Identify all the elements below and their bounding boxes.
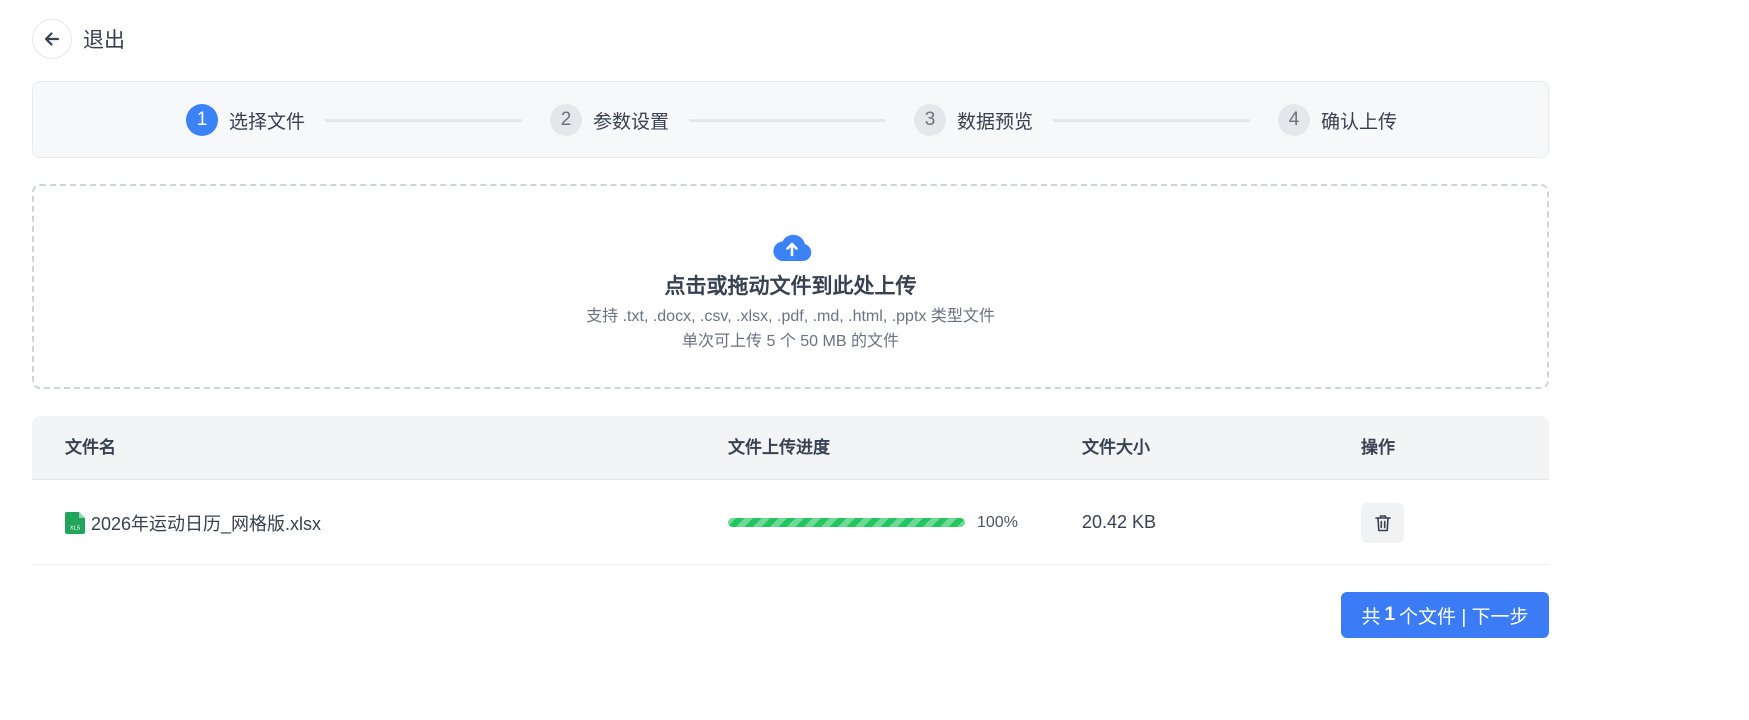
upload-title: 点击或拖动文件到此处上传 <box>664 275 917 298</box>
column-header-size: 文件大小 <box>1082 438 1150 457</box>
step-select-file: 1 选择文件 <box>186 104 305 136</box>
step-connector <box>1053 119 1250 122</box>
stepper: 1 选择文件 2 参数设置 3 数据预览 4 确认上传 <box>32 81 1549 158</box>
file-name: 2026年运动日历_网格版.xlsx <box>91 513 322 534</box>
back-button[interactable] <box>32 19 72 59</box>
arrow-left-icon <box>44 32 60 46</box>
upload-dropzone[interactable]: 点击或拖动文件到此处上传 支持 .txt, .docx, .csv, .xlsx… <box>32 184 1549 389</box>
upload-progress-bar <box>728 518 965 527</box>
file-size-cell: 20.42 KB <box>1082 480 1156 565</box>
column-header-actions: 操作 <box>1361 438 1395 457</box>
step-number: 2 <box>550 104 582 136</box>
header: 退出 <box>32 19 125 59</box>
step-connector <box>325 119 522 122</box>
upload-limit: 单次可上传 5 个 50 MB 的文件 <box>682 333 899 350</box>
step-number: 3 <box>914 104 946 136</box>
step-confirm-upload: 4 确认上传 <box>1278 104 1397 136</box>
step-label: 选择文件 <box>229 111 306 133</box>
step-label: 数据预览 <box>957 111 1034 133</box>
file-size: 20.42 KB <box>1082 512 1157 532</box>
file-table: 文件名 文件上传进度 文件大小 操作 XLS 2026年运动日历_网格版.xls… <box>32 416 1549 565</box>
svg-text:XLS: XLS <box>70 525 81 531</box>
step-number: 4 <box>1278 104 1310 136</box>
step-label: 确认上传 <box>1321 111 1398 133</box>
next-step-prefix: 共 <box>1361 606 1381 628</box>
trash-icon <box>1374 514 1391 531</box>
progress-cell: 100% <box>728 480 1018 565</box>
next-step-button[interactable]: 共 1 个文件 | 下一步 <box>1341 592 1549 638</box>
step-number: 1 <box>186 104 218 136</box>
upload-progress-fill <box>728 518 965 527</box>
upload-supported-types: 支持 .txt, .docx, .csv, .xlsx, .pdf, .md, … <box>586 308 995 325</box>
back-label[interactable]: 退出 <box>83 24 125 54</box>
cloud-upload-icon <box>773 234 812 261</box>
step-connector <box>689 119 886 122</box>
column-header-name: 文件名 <box>65 438 116 457</box>
table-row: XLS 2026年运动日历_网格版.xlsx 100% 20.42 KB <box>32 480 1549 565</box>
progress-percent: 100% <box>977 513 1018 531</box>
actions-cell <box>1361 480 1404 565</box>
next-step-suffix: 个文件 | 下一步 <box>1399 606 1529 628</box>
delete-file-button[interactable] <box>1361 502 1404 543</box>
excel-file-icon: XLS <box>65 511 85 534</box>
step-parameter-settings: 2 参数设置 <box>550 104 669 136</box>
column-header-progress: 文件上传进度 <box>728 438 830 457</box>
file-count: 1 <box>1384 604 1396 625</box>
file-name-cell: XLS 2026年运动日历_网格版.xlsx <box>65 480 321 565</box>
step-data-preview: 3 数据预览 <box>914 104 1033 136</box>
table-header: 文件名 文件上传进度 文件大小 操作 <box>32 416 1549 480</box>
step-label: 参数设置 <box>593 111 670 133</box>
